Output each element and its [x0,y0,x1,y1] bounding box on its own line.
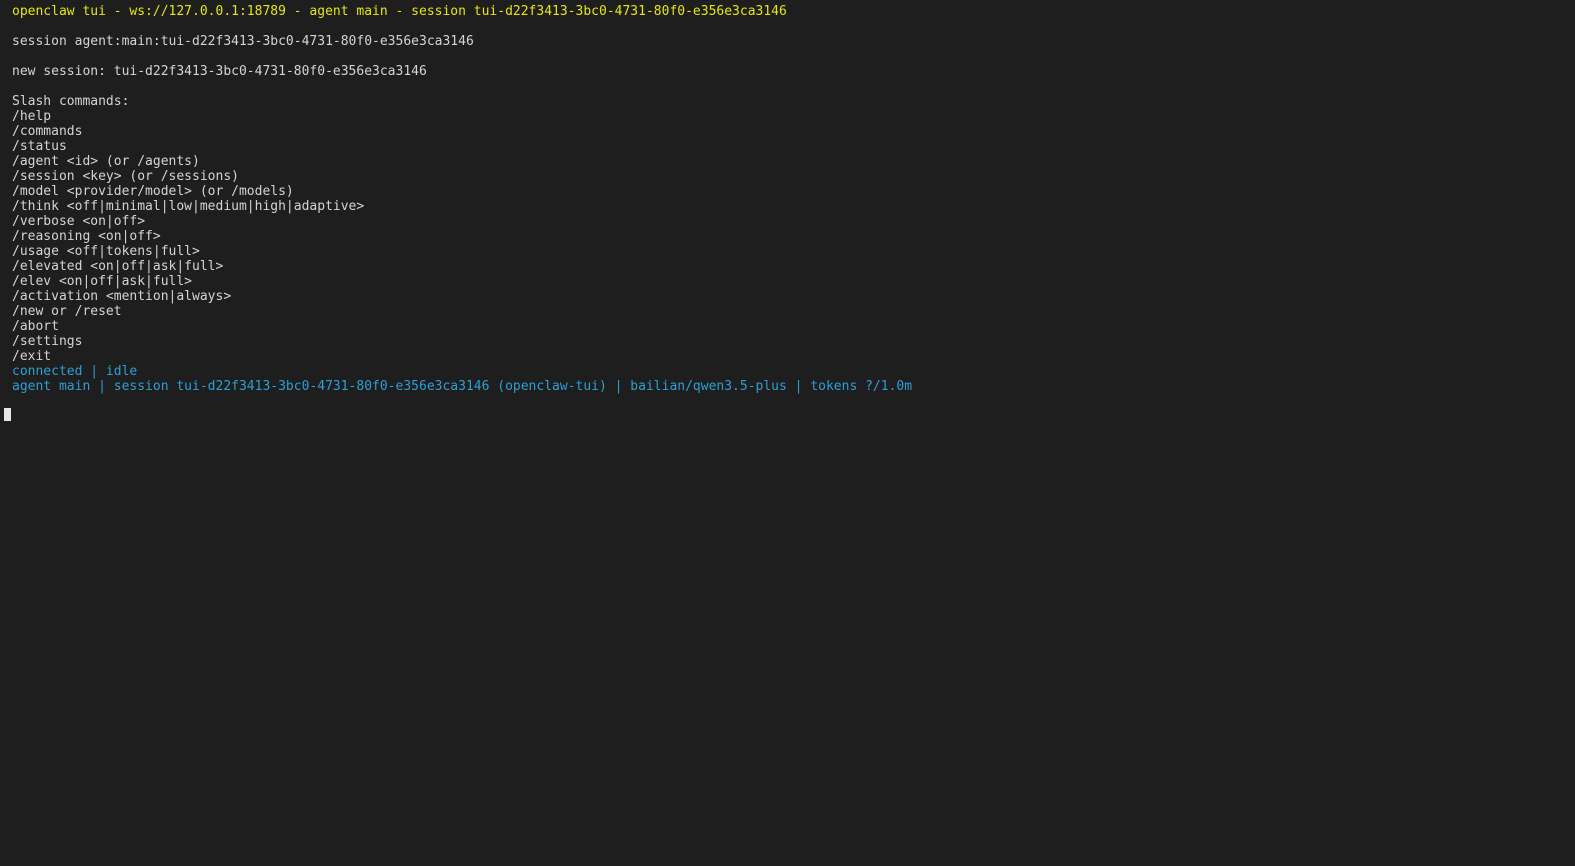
command-item: /reasoning <on|off> [12,229,161,244]
command-item: /abort [12,319,59,334]
text-cursor [4,408,11,421]
session-line: session agent:main:tui-d22f3413-3bc0-473… [12,34,474,49]
command-item: /commands [12,124,83,139]
command-item: /new or /reset [12,304,122,319]
command-item: /model <provider/model> (or /models) [12,184,294,199]
command-item: /settings [12,334,83,349]
connection-status: connected | idle [12,364,138,379]
command-item: /elevated <on|off|ask|full> [12,259,224,274]
terminal-window[interactable]: openclaw tui - ws://127.0.0.1:18789 - ag… [0,0,1575,866]
command-item: /verbose <on|off> [12,214,146,229]
command-input[interactable] [4,407,11,422]
new-session-line: new session: tui-d22f3413-3bc0-4731-80f0… [12,64,427,79]
command-item: /activation <mention|always> [12,289,232,304]
slash-commands-header: Slash commands: [12,94,130,109]
command-item: /think <off|minimal|low|medium|high|adap… [12,199,365,214]
command-item: /session <key> (or /sessions) [12,169,239,184]
command-item: /status [12,139,67,154]
terminal-title: openclaw tui - ws://127.0.0.1:18789 - ag… [12,4,787,19]
command-item: /elev <on|off|ask|full> [12,274,193,289]
command-list: /help /commands /status /agent <id> (or … [12,109,1563,364]
command-item: /agent <id> (or /agents) [12,154,200,169]
command-item: /usage <off|tokens|full> [12,244,200,259]
command-item: /exit [12,349,52,364]
command-item: /help [12,109,52,124]
status-footer: agent main | session tui-d22f3413-3bc0-4… [12,379,913,394]
